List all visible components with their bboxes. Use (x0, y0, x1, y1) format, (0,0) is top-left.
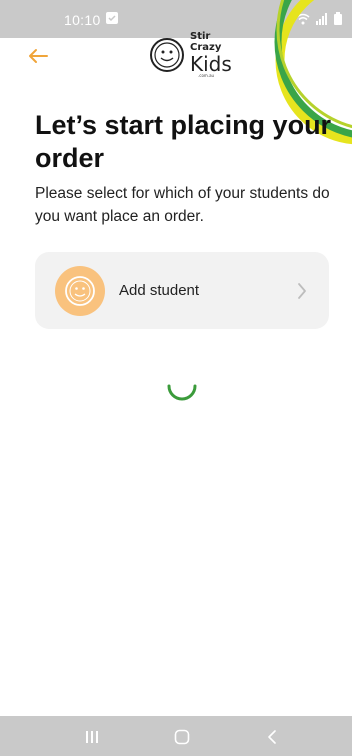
logo-line-kids: Kids (190, 52, 232, 76)
back-button[interactable] (24, 42, 52, 70)
recents-button[interactable] (80, 728, 104, 746)
page-title: Let’s start placing your order (35, 110, 332, 173)
student-avatar (55, 266, 105, 316)
wifi-icon (296, 13, 310, 24)
add-student-label: Add student (119, 282, 200, 299)
loading-spinner-icon (167, 384, 197, 401)
add-student-button[interactable]: Add student (35, 252, 329, 329)
stir-crazy-kids-logo: Stir Crazy Kids .com.au (148, 32, 232, 80)
back-icon (268, 730, 276, 744)
smiley-face-icon (65, 276, 95, 306)
nav-back-button[interactable] (260, 728, 284, 746)
signal-icon (316, 12, 327, 25)
system-nav-bar (0, 716, 352, 756)
arrow-left-icon (29, 49, 48, 63)
recents-icon (86, 731, 98, 743)
notification-icon (106, 12, 118, 24)
smiley-face-logo-icon (150, 38, 184, 72)
battery-icon (334, 12, 342, 25)
chevron-right-icon (298, 283, 306, 299)
home-button[interactable] (170, 728, 194, 746)
home-icon (174, 729, 190, 745)
page-subtitle: Please select for which of your students… (35, 185, 330, 225)
logo-line-stir: Stir (190, 31, 211, 42)
status-time: 10:10 (64, 12, 101, 28)
